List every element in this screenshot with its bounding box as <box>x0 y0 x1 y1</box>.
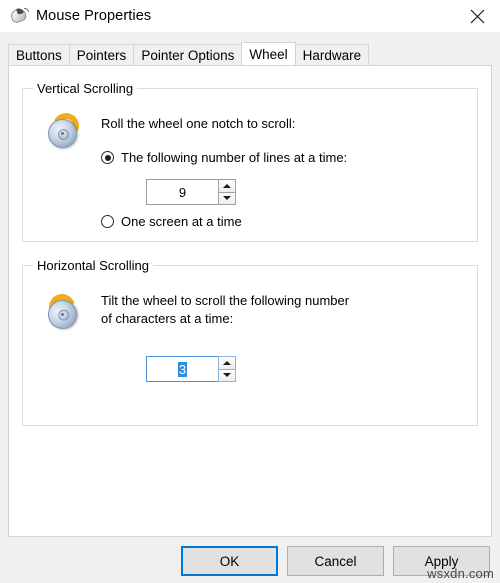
cancel-button[interactable]: Cancel <box>287 546 384 576</box>
radio-screen-label: One screen at a time <box>121 214 242 229</box>
radio-screen-indicator <box>101 215 114 228</box>
radio-lines-indicator <box>101 151 114 164</box>
vertical-scrolling-title: Vertical Scrolling <box>33 81 138 96</box>
wheel-tab-panel: Vertical Scrolling Roll the wheel one no… <box>8 65 492 537</box>
tab-pointer-options[interactable]: Pointer Options <box>133 44 243 65</box>
horizontal-scrolling-group: Horizontal Scrolling Tilt the wheel to s… <box>22 258 478 426</box>
tab-strip: Buttons Pointers Pointer Options Wheel H… <box>0 42 500 65</box>
horizontal-lead-text-line2: of characters at a time: <box>101 311 234 326</box>
window-title: Mouse Properties <box>36 8 152 24</box>
characters-spinner-down-button[interactable] <box>218 369 236 382</box>
tab-wheel[interactable]: Wheel <box>241 42 296 65</box>
mouse-icon <box>8 7 30 25</box>
vertical-scrolling-group: Vertical Scrolling Roll the wheel one no… <box>22 81 478 242</box>
horizontal-scrolling-title: Horizontal Scrolling <box>33 258 153 273</box>
horizontal-lead-text-line1: Tilt the wheel to scroll the following n… <box>101 293 350 308</box>
ok-button[interactable]: OK <box>181 546 278 576</box>
chevron-down-icon <box>223 196 231 201</box>
mouse-wheel-horizontal-icon <box>44 289 85 333</box>
radio-lines-label: The following number of lines at a time: <box>121 150 348 165</box>
tab-buttons[interactable]: Buttons <box>8 44 70 65</box>
characters-spinner-field[interactable]: 3 <box>146 356 218 382</box>
characters-spinner[interactable]: 3 <box>146 356 236 382</box>
lines-spinner-down-button[interactable] <box>218 192 236 205</box>
mouse-wheel-vertical-icon <box>45 109 85 151</box>
chevron-up-icon <box>223 183 231 188</box>
chevron-down-icon <box>223 373 231 378</box>
tab-pointers[interactable]: Pointers <box>68 44 135 65</box>
radio-one-screen-at-a-time[interactable]: One screen at a time <box>101 214 242 229</box>
characters-spinner-buttons <box>218 356 236 382</box>
lines-spinner-value: 9 <box>178 184 187 200</box>
tab-hardware[interactable]: Hardware <box>294 44 370 65</box>
lines-spinner-up-button[interactable] <box>218 179 236 193</box>
characters-spinner-value: 3 <box>177 361 188 377</box>
chevron-up-icon <box>223 360 231 365</box>
lines-spinner[interactable]: 9 <box>146 179 236 205</box>
title-bar: Mouse Properties <box>0 0 500 32</box>
lines-spinner-field[interactable]: 9 <box>146 179 218 205</box>
characters-spinner-up-button[interactable] <box>218 356 236 370</box>
watermark: wsxdn.com <box>427 566 494 581</box>
lines-spinner-buttons <box>218 179 236 205</box>
vertical-lead-text: Roll the wheel one notch to scroll: <box>101 116 296 131</box>
radio-lines-at-a-time[interactable]: The following number of lines at a time: <box>101 150 347 165</box>
close-icon[interactable] <box>455 0 500 32</box>
dialog-button-bar: OK Cancel Apply <box>0 546 500 583</box>
